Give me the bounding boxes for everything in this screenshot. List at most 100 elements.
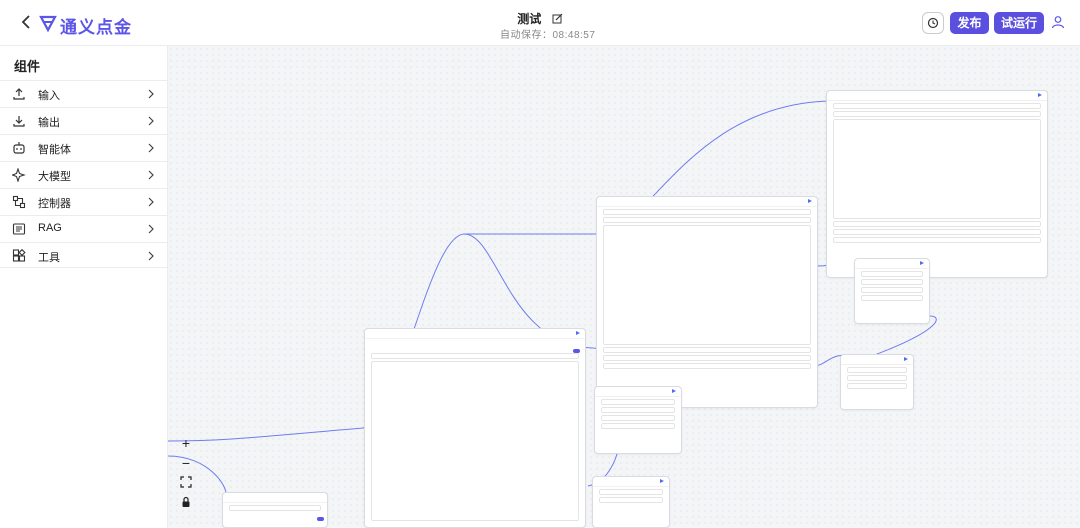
node-toggle[interactable] [317,517,324,521]
node-field[interactable] [601,407,675,413]
run-node-icon[interactable] [660,479,664,483]
run-node-icon[interactable] [672,389,676,393]
sidebar-item-output[interactable]: 输出 [0,107,168,133]
sidebar-item-label: 工具 [38,252,60,264]
run-node-icon[interactable] [576,331,580,335]
node-field[interactable] [861,287,923,293]
node-field[interactable] [861,279,923,285]
node-field[interactable] [603,355,811,361]
node-field[interactable] [371,353,579,359]
node-field[interactable] [833,111,1041,117]
sidebar-item-label: 输出 [38,117,60,129]
sidebar-item-llm[interactable]: 大模型 [0,161,168,187]
run-node-icon[interactable] [920,261,924,265]
chevron-right-icon [147,222,155,234]
zoom-out-icon[interactable]: − [176,454,196,472]
back-arrow-icon[interactable] [20,14,36,32]
node-header [593,477,669,487]
agent-node-top[interactable] [826,90,1048,278]
output-node-right[interactable] [840,354,914,410]
chevron-right-icon [147,249,155,261]
node-field[interactable] [601,423,675,429]
node-field[interactable] [599,489,663,495]
node-field[interactable] [833,103,1041,109]
history-icon [927,17,939,29]
rag-icon [12,222,26,236]
chevron-right-icon [147,141,155,153]
sidebar-title: 组件 [14,59,41,74]
run-node-icon[interactable] [808,199,812,203]
sparkle-icon [10,167,26,183]
component-sidebar: 组件 输入 输出 智能体 大模型 控制器 RAG 工具 [0,46,168,528]
node-field[interactable] [833,229,1041,235]
node-field[interactable] [847,367,907,373]
sidebar-item-input[interactable]: 输入 [0,80,168,106]
node-prompt-area[interactable] [833,119,1041,219]
chevron-right-icon [147,195,155,207]
node-field[interactable] [861,271,923,277]
zoom-controls: + − [176,434,200,514]
upload-icon [12,87,26,101]
robot-icon [12,141,26,155]
agent-node-middle[interactable] [596,196,818,408]
workflow-canvas[interactable]: + − [168,46,1080,528]
edit-icon[interactable] [552,11,563,24]
node-field[interactable] [833,237,1041,243]
autosave-status: 自动保存：08:48:57 [500,30,596,41]
input-node[interactable] [222,492,328,528]
node-field[interactable] [603,209,811,215]
page-title: 测试 [517,12,542,26]
node-header [595,387,681,397]
sidebar-item-agent[interactable]: 智能体 [0,134,168,160]
node-field[interactable] [847,383,907,389]
history-button[interactable] [922,12,944,34]
chevron-right-icon [147,168,155,180]
node-toggle[interactable] [573,349,580,353]
run-node-icon[interactable] [904,357,908,361]
node-field[interactable] [603,217,811,223]
zoom-in-icon[interactable]: + [176,434,196,452]
publish-button[interactable]: 发布 [950,12,989,34]
node-field[interactable] [861,295,923,301]
sidebar-item-controller[interactable]: 控制器 [0,188,168,214]
top-bar: 通义点金 测试 自动保存：08:48:57 发布 试运行 [0,0,1080,46]
node-header [597,197,817,207]
node-header [827,91,1047,101]
node-header [841,355,913,365]
node-prompt-area[interactable] [371,361,579,521]
run-node-icon[interactable] [1038,93,1042,97]
node-prompt-area[interactable] [603,225,811,345]
node-header [365,329,585,339]
node-header [223,493,327,503]
user-icon[interactable] [1051,15,1065,29]
controller-icon [12,195,26,209]
sidebar-item-label: RAG [38,222,62,234]
node-field[interactable] [833,221,1041,227]
node-field[interactable] [601,415,675,421]
node-header [855,259,929,269]
tools-icon [12,248,26,263]
logo-icon [38,13,58,33]
code-node-middle[interactable] [594,386,682,454]
chevron-right-icon [147,114,155,126]
download-icon [12,114,26,128]
chevron-right-icon [147,87,155,99]
node-field[interactable] [601,399,675,405]
code-node-right[interactable] [854,258,930,324]
sidebar-item-label: 输入 [38,90,60,102]
agent-node-left[interactable] [364,328,586,528]
test-run-button[interactable]: 试运行 [994,12,1044,34]
node-field[interactable] [847,375,907,381]
brand-name: 通义点金 [60,18,132,37]
sidebar-item-label: 智能体 [38,144,71,156]
node-field[interactable] [603,363,811,369]
node-field[interactable] [229,505,321,511]
sidebar-item-tools[interactable]: 工具 [0,242,168,268]
fit-view-icon[interactable] [176,474,196,492]
node-field[interactable] [599,497,663,503]
output-node-bottom[interactable] [592,476,670,528]
sidebar-item-rag[interactable]: RAG [0,215,168,241]
node-field[interactable] [603,347,811,353]
lock-icon[interactable] [176,494,196,512]
sidebar-item-label: 控制器 [38,198,71,210]
